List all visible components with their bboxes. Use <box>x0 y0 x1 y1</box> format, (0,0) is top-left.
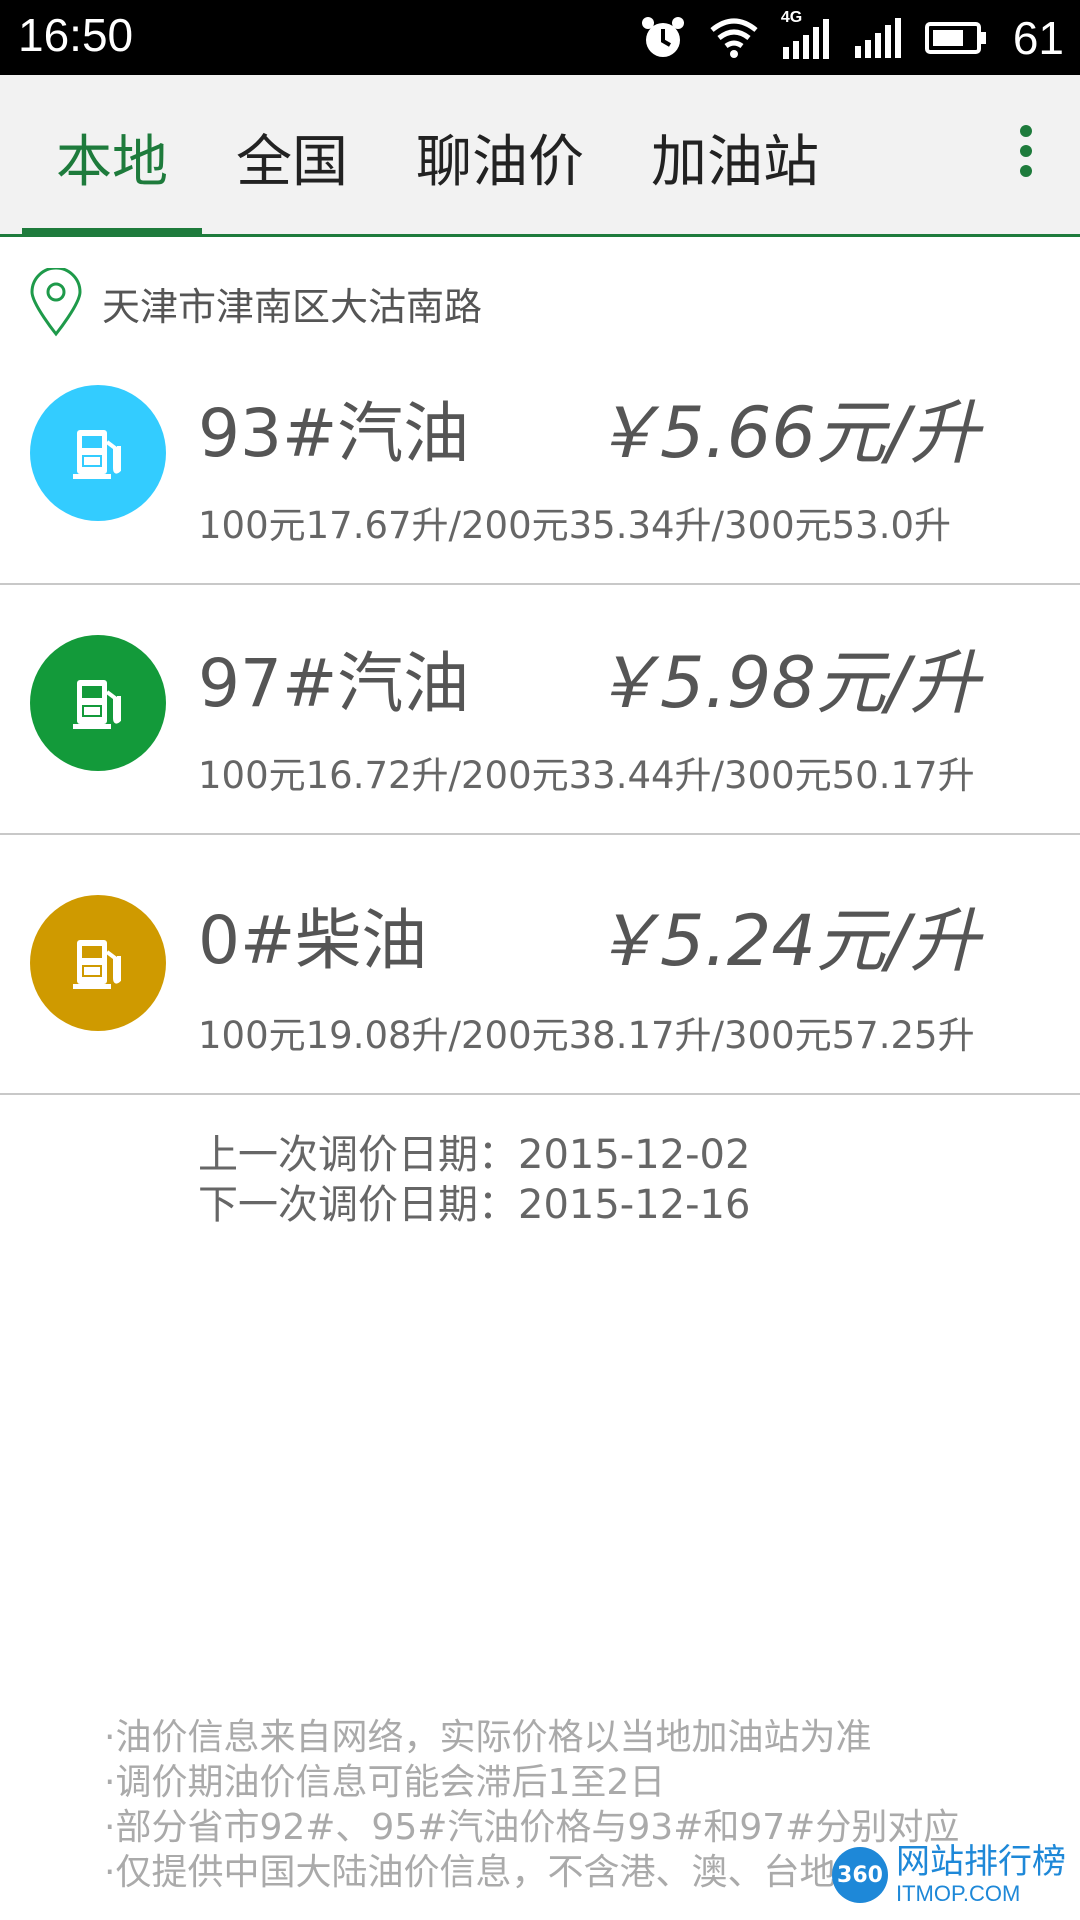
fuel-name: 93#汽油 <box>198 395 470 472</box>
more-vert-icon[interactable] <box>1014 125 1038 185</box>
note-item: 部分省市92#、95#汽油价格与93#和97#分别对应 <box>104 1805 959 1850</box>
tab-chat-price[interactable]: 聊油价 <box>400 75 600 234</box>
fuel-row-93[interactable]: 93#汽油 ￥5.66元/升 100元17.67升/200元35.34升/300… <box>0 335 1080 585</box>
wifi-icon <box>710 18 758 58</box>
watermark: 360 网站排行榜 ITMOP.COM <box>832 1844 1066 1906</box>
fuel-price: ￥5.98元/升 <box>590 642 980 724</box>
fuel-detail: 100元16.72升/200元33.44升/300元50.17升 <box>198 754 975 797</box>
watermark-logo: 360 <box>832 1847 888 1904</box>
battery-level: 61 <box>1012 12 1064 64</box>
fuel-row-diesel[interactable]: 0#柴油 ￥5.24元/升 100元19.08升/200元38.17升/300元… <box>0 835 1080 1095</box>
status-time: 16:50 <box>18 9 134 61</box>
tab-bar: 本地 全国 聊油价 加油站 <box>0 75 1080 237</box>
status-bar: 16:50 4G 61 <box>0 0 1080 75</box>
fuel-name: 0#柴油 <box>198 902 428 979</box>
tab-local[interactable]: 本地 <box>22 75 202 234</box>
cellular-icon <box>854 18 901 58</box>
map-pin-icon <box>30 268 82 337</box>
fuel-price: ￥5.24元/升 <box>590 900 980 982</box>
watermark-text: 网站排行榜 <box>896 1842 1066 1883</box>
note-item: 调价期油价信息可能会滞后1至2日 <box>104 1760 959 1805</box>
last-adjust-date: 上一次调价日期：2015-12-02 <box>198 1132 751 1178</box>
fuel-detail: 100元17.67升/200元35.34升/300元53.0升 <box>198 504 952 547</box>
gas-pump-icon <box>30 385 166 521</box>
gas-pump-icon <box>30 635 166 771</box>
fuel-row-97[interactable]: 97#汽油 ￥5.98元/升 100元16.72升/200元33.44升/300… <box>0 585 1080 835</box>
divider <box>0 1093 1080 1095</box>
next-adjust-date: 下一次调价日期：2015-12-16 <box>198 1182 751 1228</box>
watermark-domain: ITMOP.COM <box>896 1880 1021 1906</box>
location-text: 天津市津南区大沽南路 <box>102 284 483 329</box>
note-item: 油价信息来自网络，实际价格以当地加油站为准 <box>104 1715 959 1760</box>
battery-icon <box>924 22 986 54</box>
tab-national[interactable]: 全国 <box>202 75 382 234</box>
tab-gas-station[interactable]: 加油站 <box>635 75 835 234</box>
gas-pump-icon <box>30 895 166 1031</box>
fuel-name: 97#汽油 <box>198 645 470 722</box>
adjust-dates: 上一次调价日期：2015-12-02 下一次调价日期：2015-12-16 <box>198 1130 750 1230</box>
fuel-detail: 100元19.08升/200元38.17升/300元57.25升 <box>198 1014 975 1057</box>
alarm-icon <box>641 17 684 57</box>
location-bar[interactable]: 天津市津南区大沽南路 <box>28 268 482 338</box>
tab-indicator <box>22 228 202 235</box>
fuel-price: ￥5.66元/升 <box>590 392 980 474</box>
status-icons: 4G 61 <box>639 9 1064 66</box>
cellular-4g-icon: 4G <box>781 9 831 63</box>
